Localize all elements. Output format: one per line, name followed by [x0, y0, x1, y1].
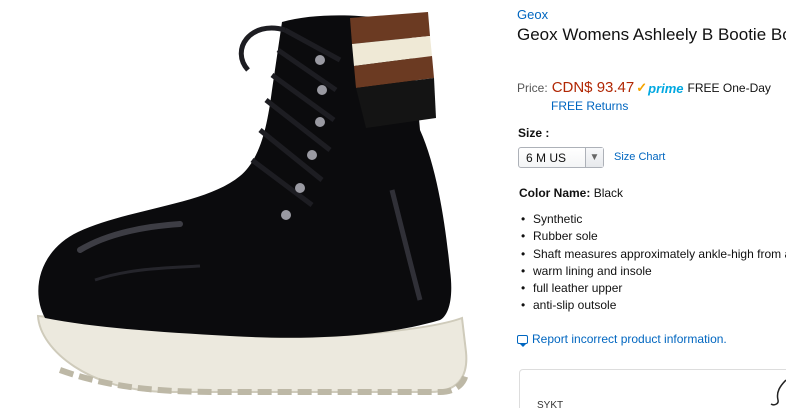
product-details: Geox Geox Womens Ashleely B Bootie Booti… [516, 0, 786, 408]
shipping-label: FREE One-Day [687, 81, 771, 95]
feature-item: Rubber sole [520, 228, 786, 246]
dropdown-arrow-icon[interactable]: ▼ [585, 148, 603, 167]
color-row: Color Name: Black [519, 186, 623, 200]
feature-item: warm lining and insole [520, 263, 786, 281]
size-chart-link[interactable]: Size Chart [614, 151, 665, 163]
free-returns-link[interactable]: FREE Returns [551, 99, 628, 113]
color-value: Black [593, 186, 624, 200]
prime-check-icon: ✓ [636, 80, 648, 95]
price-row: Price: CDN$ 93.47 ✓ prime FREE One-Day [517, 79, 771, 96]
color-label: Color Name: [519, 186, 591, 200]
report-link-label: Report incorrect product information. [532, 332, 727, 346]
size-label: Size : [518, 126, 550, 140]
size-dropdown[interactable]: 6 M US ▼ [518, 147, 604, 168]
boot-image [36, 12, 469, 395]
product-title: Geox Womens Ashleely B Bootie Bootie [517, 25, 786, 44]
prime-label: prime [648, 80, 684, 96]
price-label: Price: [517, 81, 548, 95]
feature-item: Synthetic [520, 211, 786, 229]
product-image[interactable] [0, 0, 510, 408]
bottom-panel-text: SYKT [537, 400, 564, 408]
feature-item: full leather upper [520, 280, 786, 298]
brand-link[interactable]: Geox [517, 7, 548, 22]
feature-item: anti-slip outsole [520, 297, 786, 315]
prime-badge[interactable]: ✓ prime [636, 80, 683, 96]
report-link[interactable]: Report incorrect product information. [517, 332, 727, 347]
price-value: CDN$ 93.47 [551, 79, 635, 96]
size-selected-value: 6 M US [526, 151, 567, 165]
report-icon [517, 334, 528, 347]
feature-list: Synthetic Rubber sole Shaft measures app… [520, 211, 786, 315]
feature-item: Shaft measures approximately ankle-high … [520, 246, 786, 264]
sketch-icon [770, 379, 786, 406]
